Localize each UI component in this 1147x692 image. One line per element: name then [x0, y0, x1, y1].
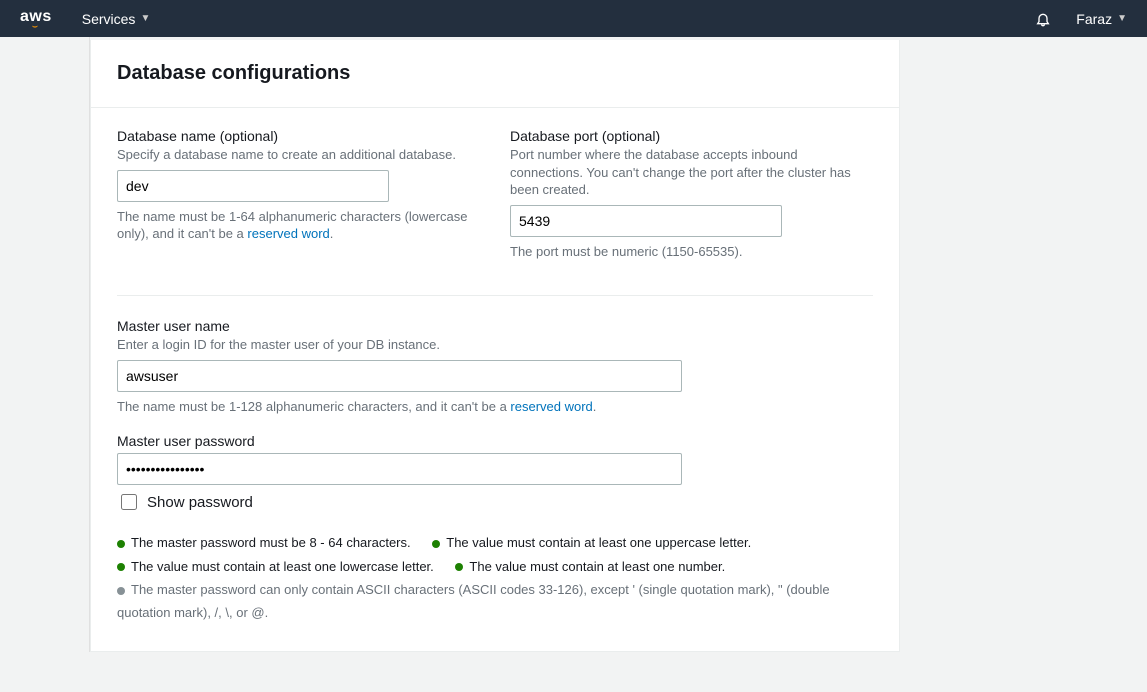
db-config-card: Database configurations Database name (o…	[90, 40, 900, 652]
caret-down-icon: ▼	[1117, 13, 1127, 24]
db-port-label: Database port (optional)	[510, 128, 873, 144]
services-menu[interactable]: Services ▼	[82, 11, 151, 27]
caret-down-icon: ▼	[140, 13, 150, 24]
reserved-word-link[interactable]: reserved word	[247, 226, 329, 241]
page: Database configurations Database name (o…	[0, 37, 1147, 692]
services-label: Services	[82, 11, 136, 27]
rule-ascii: The master password can only contain ASC…	[117, 578, 855, 625]
card-title: Database configurations	[117, 62, 873, 85]
db-port-desc: Port number where the database accepts i…	[510, 146, 873, 199]
db-name-hint: The name must be 1-64 alphanumeric chara…	[117, 208, 480, 243]
db-name-desc: Specify a database name to create an add…	[117, 146, 480, 164]
status-dot-icon	[117, 563, 125, 571]
account-user-name: Faraz	[1076, 11, 1112, 27]
db-port-input[interactable]	[510, 205, 782, 237]
master-password-input[interactable]	[117, 453, 682, 485]
master-user-field: Master user name Enter a login ID for th…	[117, 318, 873, 415]
left-gutter	[0, 37, 90, 652]
db-port-hint: The port must be numeric (1150-65535).	[510, 243, 873, 261]
db-name-input[interactable]	[117, 170, 389, 202]
card-header: Database configurations	[91, 40, 899, 108]
global-nav: aws ⌣ Services ▼ Faraz ▼	[0, 0, 1147, 37]
rule-lowercase: The value must contain at least one lowe…	[117, 555, 434, 578]
rule-uppercase: The value must contain at least one uppe…	[432, 531, 751, 554]
master-user-input[interactable]	[117, 360, 682, 392]
master-password-field: Master user password Show password	[117, 433, 873, 513]
master-user-desc: Enter a login ID for the master user of …	[117, 336, 873, 354]
aws-logo[interactable]: aws ⌣	[20, 8, 52, 29]
db-port-field: Database port (optional) Port number whe…	[510, 128, 873, 273]
db-name-port-row: Database name (optional) Specify a datab…	[117, 128, 873, 273]
account-menu[interactable]: Faraz ▼	[1076, 11, 1127, 27]
show-password-checkbox[interactable]	[121, 494, 137, 510]
password-rules: The master password must be 8 - 64 chara…	[117, 531, 873, 625]
aws-logo-swoosh-icon: ⌣	[20, 25, 52, 29]
reserved-word-link[interactable]: reserved word	[510, 399, 592, 414]
show-password-label[interactable]: Show password	[147, 494, 253, 511]
notifications-button[interactable]	[1035, 11, 1051, 27]
status-dot-icon	[117, 587, 125, 595]
bell-icon	[1035, 11, 1051, 27]
rule-length: The master password must be 8 - 64 chara…	[117, 531, 411, 554]
status-dot-icon	[432, 540, 440, 548]
rule-number: The value must contain at least one numb…	[455, 555, 725, 578]
db-name-field: Database name (optional) Specify a datab…	[117, 128, 480, 273]
master-user-label: Master user name	[117, 318, 873, 334]
master-user-hint: The name must be 1-128 alphanumeric char…	[117, 398, 873, 416]
status-dot-icon	[455, 563, 463, 571]
status-dot-icon	[117, 540, 125, 548]
divider	[117, 295, 873, 296]
master-password-label: Master user password	[117, 433, 873, 449]
db-name-label: Database name (optional)	[117, 128, 480, 144]
